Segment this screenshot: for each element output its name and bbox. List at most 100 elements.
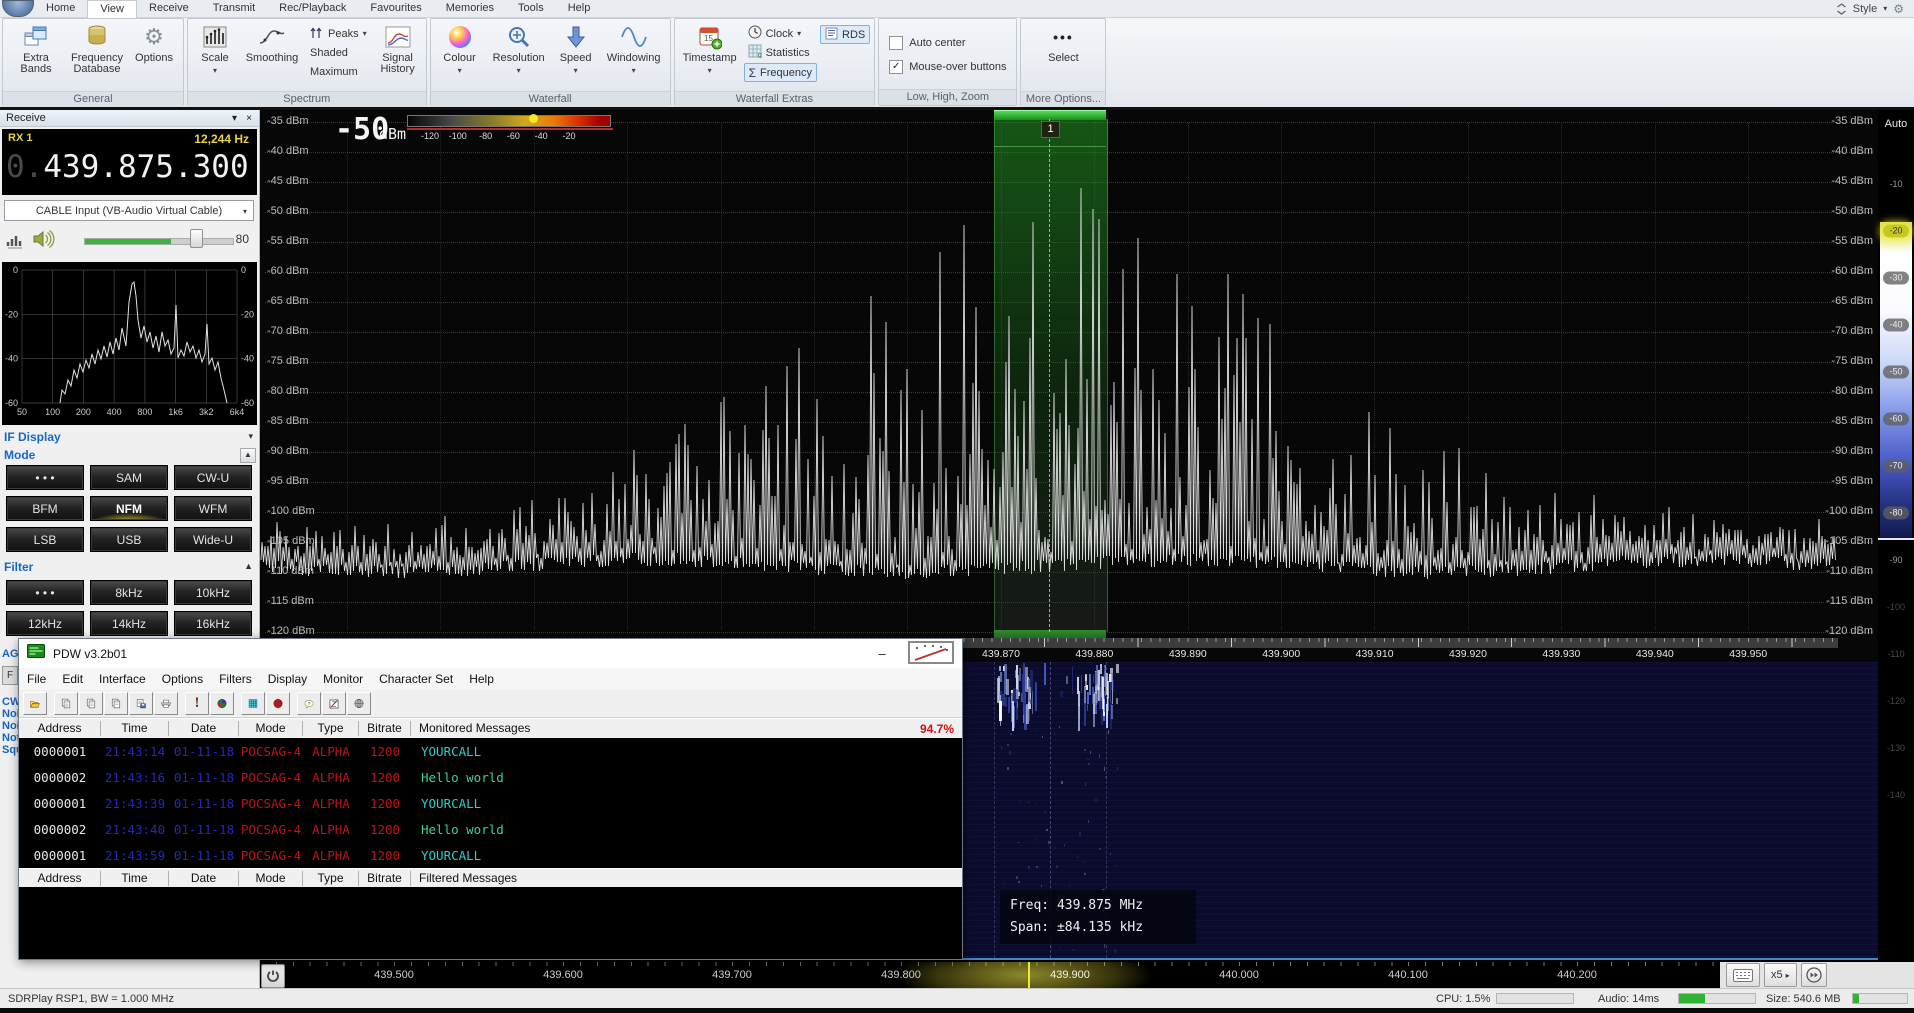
timestamp-button[interactable]: 15 Timestamp ▾: [679, 21, 741, 89]
column-type[interactable]: Type: [303, 721, 359, 736]
help-icon[interactable]: ?: [297, 692, 321, 715]
column-type[interactable]: Type: [303, 871, 359, 886]
terminal-icon[interactable]: [241, 692, 265, 715]
menu-interface[interactable]: Interface: [91, 672, 154, 686]
pdw-minimize-button[interactable]: –: [866, 640, 898, 668]
volume-slider[interactable]: [84, 238, 234, 245]
column-bitrate[interactable]: Bitrate: [359, 721, 411, 736]
filter-button-14khz[interactable]: 14kHz: [90, 611, 168, 636]
receive-panel-header[interactable]: Receive ▾ ×: [0, 110, 259, 127]
mode-button-bfm[interactable]: BFM: [6, 496, 84, 521]
extra-bands-button[interactable]: Extra Bands: [7, 21, 65, 89]
peaks-button[interactable]: Peaks ▾: [306, 25, 371, 42]
pdw-window[interactable]: PDW v3.2b01 – □ × FileEditInterfaceOptio…: [18, 638, 963, 960]
menu-filters[interactable]: Filters: [211, 672, 260, 686]
levels-icon[interactable]: [6, 231, 26, 254]
menu-file[interactable]: File: [19, 672, 54, 686]
section-if-display[interactable]: IF Display▾: [0, 430, 259, 445]
column-address[interactable]: Address: [19, 721, 101, 736]
collapse-ribbon-icon[interactable]: [1836, 3, 1847, 15]
message-row[interactable]: 000000121:43:1401-11-18POCSAG-4ALPHA1200…: [19, 738, 962, 764]
range-tick-90[interactable]: -90: [1878, 555, 1914, 565]
panel-dropdown-icon[interactable]: ▾: [232, 110, 237, 127]
speed-button[interactable]: Speed ▾: [553, 21, 599, 89]
record-sphere-icon[interactable]: [266, 692, 290, 715]
keyboard-entry-button[interactable]: [1726, 963, 1760, 987]
mode-button-wfm[interactable]: WFM: [174, 496, 252, 521]
copy-3-icon[interactable]: [104, 692, 128, 715]
pdw-monitored-header[interactable]: AddressTimeDateModeTypeBitrateMonitored …: [19, 718, 962, 739]
tab-tools[interactable]: Tools: [506, 0, 556, 17]
style-button[interactable]: Style: [1853, 3, 1877, 15]
mode-button-cw-u[interactable]: CW-U: [174, 465, 252, 490]
mode-button-nfm[interactable]: NFM: [90, 496, 168, 521]
statistics-button[interactable]: g Statistics: [744, 44, 817, 61]
pdw-filtered-header[interactable]: AddressTimeDateModeTypeBitrateFiltered M…: [19, 868, 962, 889]
range-tick-80[interactable]: -80: [1883, 507, 1909, 520]
range-tick-30[interactable]: -30: [1883, 272, 1909, 285]
menu-display[interactable]: Display: [260, 672, 315, 686]
tab-help[interactable]: Help: [556, 0, 603, 17]
mode-scroll-up-icon[interactable]: ▲: [240, 448, 256, 463]
column-bitrate[interactable]: Bitrate: [359, 871, 411, 886]
copy-icon[interactable]: [54, 692, 78, 715]
filter-button-16khz[interactable]: 16kHz: [174, 611, 252, 636]
section-mode[interactable]: Mode▲: [0, 448, 259, 463]
range-tick-40[interactable]: -40: [1883, 319, 1909, 332]
filter-scroll-up-icon[interactable]: ▲: [244, 561, 253, 571]
shaded-button[interactable]: Shaded: [306, 44, 371, 61]
if-display-dropdown-icon[interactable]: ▾: [248, 431, 253, 442]
menu-help[interactable]: Help: [461, 672, 502, 686]
menu-monitor[interactable]: Monitor: [315, 672, 371, 686]
filter-button-10khz[interactable]: 10kHz: [174, 580, 252, 605]
tab-favourites[interactable]: Favourites: [358, 0, 433, 17]
colour-button[interactable]: Colour ▾: [435, 21, 485, 89]
tab-memories[interactable]: Memories: [434, 0, 506, 17]
auto-range-label[interactable]: Auto: [1878, 118, 1914, 130]
full-band-scale[interactable]: 439.500439.600439.700439.800439.900440.0…: [259, 962, 1914, 988]
column-filtered-messages[interactable]: Filtered Messages: [411, 871, 962, 886]
frequency-display[interactable]: RX 1 12,244 Hz 0.439.875.300: [2, 129, 257, 195]
range-tick-50[interactable]: -50: [1883, 366, 1909, 379]
tuned-frequency[interactable]: 0.439.875.300: [6, 149, 254, 185]
colormap-gradient-bar[interactable]: [407, 115, 611, 127]
zoom-level-button[interactable]: x5▸: [1764, 963, 1797, 987]
auto-center-checkbox[interactable]: Auto center: [889, 34, 1006, 52]
print-icon[interactable]: [154, 692, 178, 715]
tab-home[interactable]: Home: [34, 0, 87, 17]
filter-button-12khz[interactable]: 12kHz: [6, 611, 84, 636]
scale-button[interactable]: Scale ▾: [192, 21, 238, 89]
message-row[interactable]: 000000221:43:1601-11-18POCSAG-4ALPHA1200…: [19, 764, 962, 790]
volume-slider-handle[interactable]: [190, 229, 203, 248]
frequency-database-button[interactable]: Frequency Database: [68, 21, 126, 89]
signal-history-button[interactable]: SignalHistory: [374, 21, 422, 89]
spectrum-display[interactable]: -35 dBm-35 dBm-40 dBm-40 dBm-45 dBm-45 d…: [259, 110, 1878, 662]
pdw-title-bar[interactable]: PDW v3.2b01 – □ ×: [19, 639, 962, 668]
mode-button-wide-u[interactable]: Wide-U: [174, 527, 252, 552]
mode-button-sam[interactable]: SAM: [90, 465, 168, 490]
alert-icon[interactable]: !: [185, 692, 209, 715]
waterfall-range-slider[interactable]: Auto -10-20-30-40-50-60-70-80-90-100-110…: [1878, 110, 1914, 962]
column-mode[interactable]: Mode: [239, 721, 303, 736]
smoothing-button[interactable]: Smoothing: [241, 21, 303, 89]
monitor-sphere-icon[interactable]: [210, 692, 234, 715]
select-button[interactable]: ••• Select: [1035, 21, 1091, 89]
panel-close-icon[interactable]: ×: [246, 110, 252, 127]
message-row[interactable]: 000000221:43:4001-11-18POCSAG-4ALPHA1200…: [19, 816, 962, 842]
resolution-button[interactable]: Resolution ▾: [488, 21, 550, 89]
mode-button-[interactable]: • • •: [6, 465, 84, 490]
range-tick-10[interactable]: -10: [1878, 179, 1914, 189]
column-mode[interactable]: Mode: [239, 871, 303, 886]
rds-toggle-button[interactable]: RDS: [820, 25, 870, 44]
settings-gear-icon[interactable]: ⚙: [1893, 2, 1904, 16]
clock-button[interactable]: Clock ▾: [744, 25, 817, 42]
frequency-toggle-button[interactable]: Σ Frequency: [744, 63, 817, 82]
copy-save-icon[interactable]: [129, 692, 153, 715]
column-date[interactable]: Date: [169, 871, 239, 886]
open-icon[interactable]: [23, 692, 47, 715]
rx-marker-badge[interactable]: 1: [1041, 121, 1060, 138]
menu-edit[interactable]: Edit: [54, 672, 91, 686]
style-dropdown-icon[interactable]: ▾: [1883, 4, 1887, 13]
network-sphere-icon[interactable]: [347, 692, 371, 715]
range-tick-60[interactable]: -60: [1883, 413, 1909, 426]
